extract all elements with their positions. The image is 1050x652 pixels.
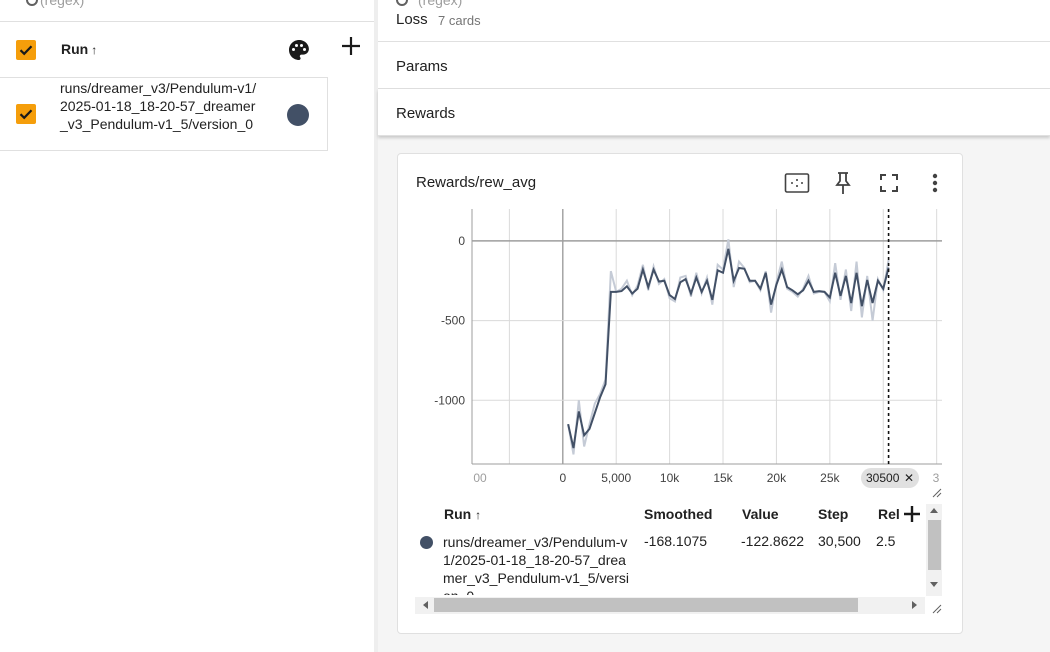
- chart-axis-labels: 0005,00010k15k20k25k30k30-500-1000: [434, 234, 939, 485]
- run-color-swatch: [420, 536, 433, 549]
- select-all-checkbox[interactable]: [16, 40, 36, 60]
- line-chart[interactable]: 0005,00010k15k20k25k30k30-500-1000: [415, 207, 945, 497]
- group-name: Params: [396, 58, 448, 75]
- x-tick-label: 0: [559, 471, 566, 485]
- table-value: -122.8622: [741, 533, 805, 549]
- step-cursor-chip[interactable]: 30500 ✕: [861, 468, 919, 488]
- y-tick-label: -500: [441, 314, 465, 328]
- check-icon: [19, 109, 33, 120]
- fit-domain-button[interactable]: [782, 168, 812, 198]
- resize-handle-icon[interactable]: [932, 604, 942, 614]
- table-header-run[interactable]: Run ↑: [444, 506, 481, 522]
- pin-button[interactable]: [828, 168, 858, 198]
- search-icon: [26, 0, 38, 6]
- table-smoothed-value: -168.1075: [644, 533, 708, 549]
- table-step: 30,500: [818, 533, 861, 549]
- scrollbar-thumb[interactable]: [434, 598, 858, 612]
- group-params[interactable]: Params: [378, 42, 1050, 89]
- more-vert-icon: [932, 173, 938, 193]
- x-tick-label: 20k: [767, 471, 787, 485]
- run-name: runs/dreamer_v3/Pendulum-v1/2025-01-18_1…: [60, 80, 257, 132]
- group-loss[interactable]: (regex) Loss 7 cards: [378, 0, 1050, 42]
- group-rewards[interactable]: Rewards: [378, 89, 1050, 136]
- sort-ascending-icon: ↑: [91, 43, 98, 57]
- pin-icon: [835, 172, 851, 194]
- run-column-header[interactable]: Run ↑: [61, 41, 97, 57]
- add-column-button[interactable]: [902, 504, 922, 524]
- run-checkbox[interactable]: [16, 104, 36, 124]
- palette-icon[interactable]: [287, 38, 311, 62]
- table-header-value[interactable]: Value: [742, 506, 779, 522]
- table-header-relative[interactable]: Rel: [878, 506, 902, 522]
- group-name: Rewards: [396, 105, 456, 122]
- y-tick-label: 0: [458, 234, 465, 248]
- scroll-up-icon[interactable]: [929, 506, 939, 514]
- resize-handle-icon[interactable]: [932, 488, 942, 498]
- add-column-button[interactable]: [338, 33, 364, 59]
- scrollbar-thumb[interactable]: [928, 520, 941, 570]
- scroll-left-icon[interactable]: [421, 600, 429, 610]
- table-header-step[interactable]: Step: [818, 506, 848, 522]
- step-cursor-value: 30500: [866, 471, 900, 485]
- x-tick-label: 10k: [660, 471, 680, 485]
- run-row[interactable]: runs/dreamer_v3/Pendulum-v1/2025-01-18_1…: [0, 78, 328, 151]
- more-options-button[interactable]: [920, 168, 950, 198]
- close-icon[interactable]: ✕: [904, 468, 914, 488]
- x-tick-label: 15k: [713, 471, 733, 485]
- table-header-smoothed[interactable]: Smoothed: [644, 506, 712, 522]
- tag-filter-placeholder: (regex): [418, 0, 463, 8]
- search-icon: [396, 0, 408, 6]
- run-color-swatch[interactable]: [287, 104, 309, 126]
- table-relative: 2.5: [876, 533, 896, 549]
- x-tick-label: 25k: [820, 471, 840, 485]
- group-name: Loss: [396, 11, 428, 28]
- y-tick-label: -1000: [434, 393, 465, 407]
- scroll-down-icon[interactable]: [929, 581, 939, 589]
- group-card-count: 7 cards: [438, 13, 481, 28]
- x-tick-label: 00: [473, 471, 487, 485]
- chart-grid: [471, 209, 942, 465]
- check-icon: [19, 45, 33, 56]
- sort-ascending-icon: ↑: [475, 508, 482, 522]
- x-tick-label: 3: [933, 471, 940, 485]
- scroll-right-icon[interactable]: [911, 600, 919, 610]
- runs-filter-placeholder: (regex): [40, 0, 85, 8]
- table-run-name: runs/dreamer_v3/Pendulum-v1/2025-01-18_1…: [443, 534, 629, 595]
- card-title: Rewards/rew_avg: [416, 174, 537, 191]
- fit-to-data-icon: [784, 173, 810, 193]
- runs-filter-strip[interactable]: (regex): [0, 0, 374, 22]
- x-tick-label: 5,000: [601, 471, 631, 485]
- fullscreen-icon: [880, 174, 898, 192]
- runs-table-header: Run ↑: [0, 22, 328, 78]
- fullscreen-button[interactable]: [874, 168, 904, 198]
